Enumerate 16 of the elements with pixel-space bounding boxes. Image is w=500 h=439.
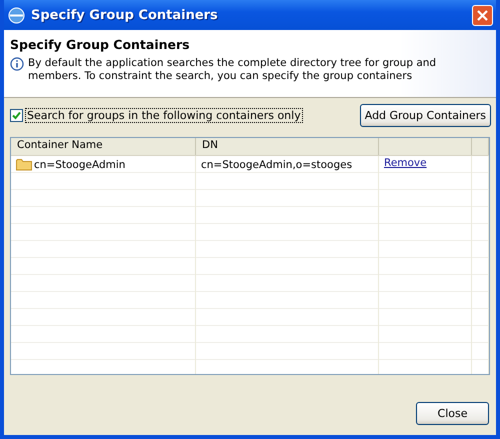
info-message: By default the application searches the complete directory tree for group and members. To constraint the search, you can specify the group containers	[28, 57, 438, 83]
table-cell: cn=StoogeAdmin,o=stooges	[201, 158, 352, 170]
header-title: Specify Group Containers	[10, 37, 191, 52]
close-icon[interactable]	[472, 4, 493, 26]
column-header[interactable]: Container Name	[11, 138, 196, 155]
window-title: Specify Group Containers	[31, 8, 219, 22]
checkbox-label[interactable]: Search for groups in the following containers only	[25, 108, 303, 123]
info-icon	[10, 57, 24, 71]
remove-link[interactable]: Remove	[384, 156, 427, 168]
checkbox[interactable]	[10, 109, 23, 122]
app-icon	[8, 6, 25, 24]
add-group-containers-button[interactable]: Add Group Containers	[360, 104, 491, 127]
table-cell: cn=StoogeAdmin	[34, 158, 126, 170]
folder-icon	[16, 158, 32, 171]
close-button[interactable]: Close	[416, 402, 489, 425]
column-header[interactable]: DN	[196, 138, 379, 155]
